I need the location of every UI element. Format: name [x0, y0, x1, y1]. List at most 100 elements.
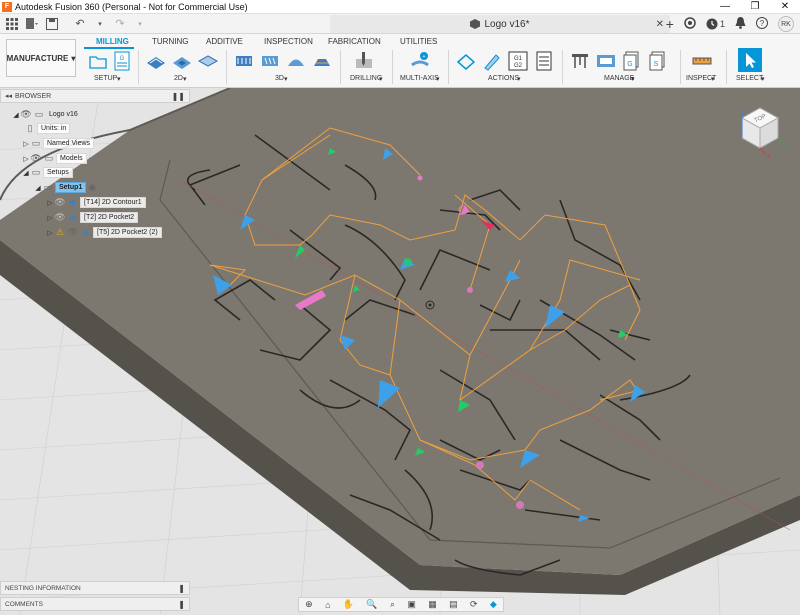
- tree-item-named-views[interactable]: ▷ ▭ Named Views: [22, 137, 95, 150]
- new-tab-icon[interactable]: +: [666, 16, 674, 32]
- extensions-icon[interactable]: [684, 16, 696, 32]
- job-status-icon[interactable]: 1: [706, 18, 725, 30]
- post-library-icon[interactable]: S: [648, 51, 668, 71]
- tab-turning[interactable]: TURNING: [152, 37, 188, 46]
- tab-milling[interactable]: MILLING: [96, 37, 129, 46]
- tree-item-setup1[interactable]: ◢ ▭ Setup1 ◉: [34, 181, 99, 194]
- browser-header[interactable]: ◂◂ BROWSER ❚❚: [0, 89, 190, 103]
- chevron-down-icon[interactable]: ▾: [379, 75, 383, 83]
- tab-inspection[interactable]: INSPECTION: [264, 37, 313, 46]
- viewports-icon[interactable]: ▤: [449, 599, 458, 610]
- group-setup[interactable]: SETUP: [94, 75, 117, 82]
- group-multi-axis[interactable]: MULTI-AXIS: [400, 75, 439, 82]
- redo-icon[interactable]: ↷: [112, 16, 128, 32]
- visibility-eye-icon[interactable]: 👁: [67, 227, 79, 238]
- 3d-viewport[interactable]: [0, 88, 800, 615]
- pan-icon[interactable]: ✋: [343, 599, 354, 610]
- tree-item-operation-pocket[interactable]: ▷ 👁 ◈ [T2] 2D Pocket2: [46, 211, 139, 224]
- group-select[interactable]: SELECT: [736, 75, 763, 82]
- browser-pin-icon[interactable]: ❚❚: [172, 92, 185, 101]
- expand-triangle-icon[interactable]: ▷: [22, 140, 30, 148]
- 3d-pocket-icon[interactable]: [260, 51, 280, 71]
- comments-panel[interactable]: COMMENTS ❚: [0, 597, 190, 611]
- expand-triangle-icon[interactable]: ◢: [34, 184, 42, 192]
- chevron-down-icon[interactable]: ▾: [117, 75, 121, 83]
- nesting-information-panel[interactable]: NESTING INFORMATION ❚: [0, 581, 190, 595]
- group-3d[interactable]: 3D: [275, 75, 284, 82]
- drill-icon[interactable]: [354, 51, 374, 71]
- expand-triangle-icon[interactable]: ▷: [46, 214, 54, 222]
- template-library-icon[interactable]: G: [622, 51, 642, 71]
- look-at-icon[interactable]: ⌂: [325, 600, 330, 610]
- group-actions[interactable]: ACTIONS: [488, 75, 519, 82]
- visibility-eye-icon[interactable]: 👁: [20, 109, 32, 120]
- maximize-button[interactable]: ❐: [740, 0, 770, 14]
- close-button[interactable]: ✕: [770, 0, 800, 14]
- simulate-with-machine-icon[interactable]: [482, 51, 502, 71]
- display-mode-icon[interactable]: ◆: [490, 599, 497, 610]
- chevron-down-icon[interactable]: ▾: [761, 75, 765, 83]
- group-drilling[interactable]: DRILLING: [350, 75, 382, 82]
- canvas-scene[interactable]: [0, 88, 800, 615]
- chevron-down-icon[interactable]: ▾: [711, 75, 715, 83]
- tree-item-units[interactable]: ▯ Units: in: [24, 122, 71, 135]
- chevron-down-icon[interactable]: ▾: [284, 75, 288, 83]
- 3d-adaptive-icon[interactable]: [234, 51, 254, 71]
- workspace-switcher[interactable]: MANUFACTURE ▾: [6, 39, 76, 77]
- tab-utilities[interactable]: UTILITIES: [400, 37, 437, 46]
- help-icon[interactable]: ?: [756, 16, 768, 32]
- expand-triangle-icon[interactable]: ▷: [46, 229, 54, 237]
- visibility-eye-icon[interactable]: 👁: [54, 212, 66, 223]
- group-manage[interactable]: MANAGE: [604, 75, 634, 82]
- undo-dropdown-icon[interactable]: ▾: [92, 16, 108, 32]
- close-tab-icon[interactable]: ✕: [656, 19, 664, 30]
- zoom-icon[interactable]: 🔍: [366, 599, 377, 610]
- tab-fabrication[interactable]: FABRICATION: [328, 37, 381, 46]
- post-process-icon[interactable]: G1G2: [508, 51, 528, 71]
- multi-axis-icon[interactable]: +: [410, 51, 430, 71]
- document-tab[interactable]: Logo v16* ✕: [330, 15, 670, 33]
- notifications-icon[interactable]: [735, 16, 746, 32]
- tree-item-operation-pocket-2[interactable]: ▷ ⚠ 👁 ◈ [T5] 2D Pocket2 (2): [46, 226, 162, 239]
- visibility-eye-icon[interactable]: 👁: [54, 197, 66, 208]
- chevron-down-icon[interactable]: ▾: [183, 75, 187, 83]
- tree-item-setups[interactable]: ◢ ▭ Setups: [22, 166, 73, 179]
- 2d-pocket-icon[interactable]: [172, 51, 192, 71]
- expand-triangle-icon[interactable]: ◢: [22, 169, 30, 177]
- new-setup-icon[interactable]: [88, 51, 108, 71]
- group-2d[interactable]: 2D: [174, 75, 183, 82]
- tree-item-models[interactable]: ▷ 👁 ▭ Models: [22, 152, 87, 165]
- 3d-contour-icon[interactable]: [286, 51, 306, 71]
- tab-additive[interactable]: ADDITIVE: [206, 37, 243, 46]
- tree-item-root[interactable]: ◢ 👁 ▭ Logo v16: [12, 108, 81, 121]
- select-icon[interactable]: [738, 48, 762, 72]
- tree-item-operation-contour[interactable]: ▷ 👁 ◆ [T14] 2D Contour1: [46, 196, 146, 209]
- 3d-parallel-icon[interactable]: [312, 51, 332, 71]
- panel-pin-icon[interactable]: ❚: [178, 600, 185, 609]
- machine-library-icon[interactable]: [596, 51, 616, 71]
- expand-triangle-icon[interactable]: ◢: [12, 111, 20, 119]
- view-cube[interactable]: TOP Z X Y: [728, 100, 788, 160]
- tool-library-icon[interactable]: [570, 51, 590, 71]
- expand-triangle-icon[interactable]: ▷: [22, 155, 30, 163]
- refresh-icon[interactable]: ⟳: [470, 599, 478, 610]
- chevron-down-icon[interactable]: ▾: [436, 75, 440, 83]
- undo-icon[interactable]: ↶: [72, 16, 88, 32]
- 2d-adaptive-icon[interactable]: [146, 51, 166, 71]
- display-settings-icon[interactable]: ▣: [407, 599, 416, 610]
- panel-pin-icon[interactable]: ❚: [178, 584, 185, 593]
- face-icon[interactable]: [198, 51, 218, 71]
- minimize-button[interactable]: —: [710, 0, 740, 14]
- chevron-down-icon[interactable]: ▾: [631, 75, 635, 83]
- orbit-constrained-icon[interactable]: ⊕: [305, 599, 313, 610]
- measure-icon[interactable]: [692, 51, 712, 71]
- file-menu-icon[interactable]: [24, 16, 40, 32]
- setup-sheet-icon[interactable]: G: [112, 51, 132, 71]
- activate-radio-icon[interactable]: ◉: [86, 182, 98, 193]
- grid-settings-icon[interactable]: ▦: [428, 599, 437, 610]
- redo-dropdown-icon[interactable]: ▾: [132, 16, 148, 32]
- expand-triangle-icon[interactable]: ▷: [46, 199, 54, 207]
- save-icon[interactable]: [44, 16, 60, 32]
- setup-sheet-doc-icon[interactable]: [534, 51, 554, 71]
- visibility-eye-icon[interactable]: 👁: [30, 153, 42, 164]
